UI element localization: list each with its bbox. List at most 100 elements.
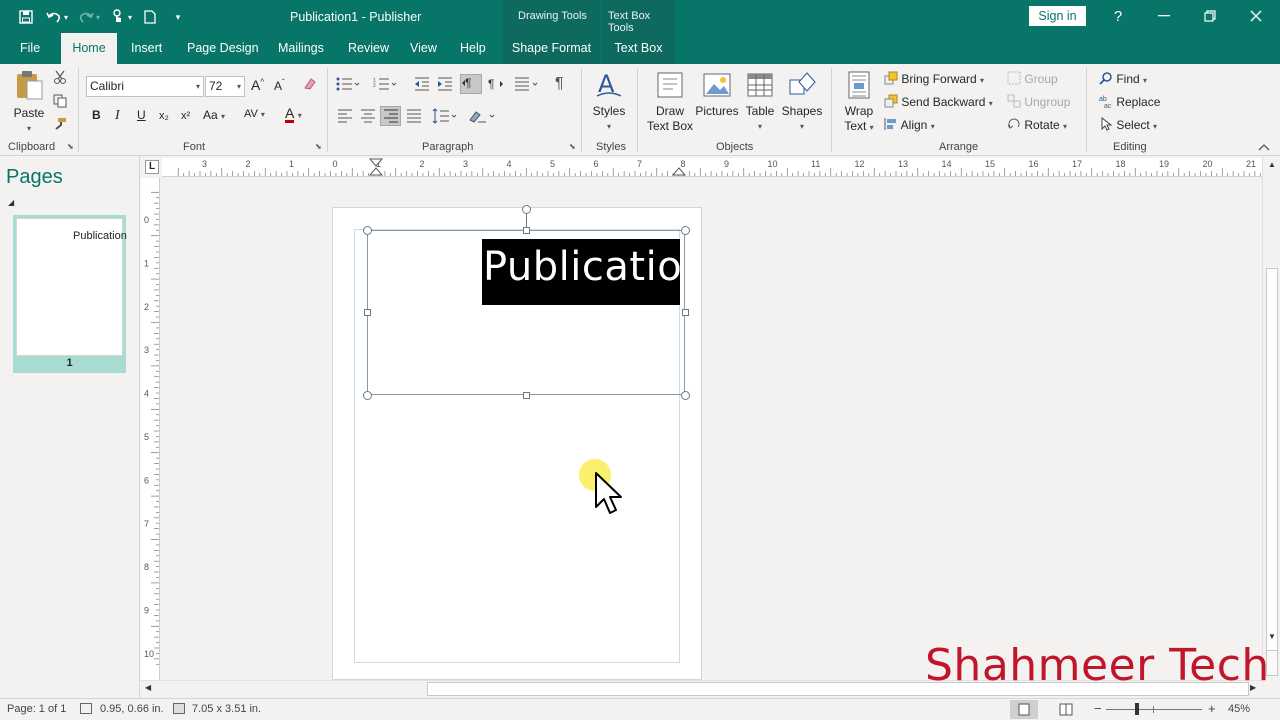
bullets-icon[interactable] xyxy=(336,77,360,94)
undo-dropdown-icon[interactable]: ▾ xyxy=(64,13,68,22)
selected-text-box[interactable] xyxy=(367,230,685,395)
ungroup-button[interactable]: Ungroup xyxy=(1007,94,1070,109)
resize-handle-top[interactable] xyxy=(523,227,530,234)
vertical-scrollbar[interactable]: ▲ ▼ xyxy=(1262,156,1280,680)
resize-handle-top-left[interactable] xyxy=(363,226,372,235)
clipboard-launcher-icon[interactable]: ⬊ xyxy=(67,142,74,151)
single-page-view-icon[interactable] xyxy=(1010,700,1038,719)
save-icon[interactable] xyxy=(14,6,38,28)
draw-text-box-button[interactable]: Draw Text Box xyxy=(645,70,695,134)
font-launcher-icon[interactable]: ⬊ xyxy=(315,142,322,151)
page-thumbnail[interactable]: Publication 1 xyxy=(13,215,127,373)
sign-in-button[interactable]: Sign in xyxy=(1029,6,1086,26)
paste-button[interactable]: Paste ▾ xyxy=(10,70,48,136)
numbering-icon[interactable]: 12 xyxy=(373,77,397,94)
font-color-button[interactable]: A ▾ xyxy=(285,106,302,123)
paragraph-launcher-icon[interactable]: ⬊ xyxy=(569,142,576,151)
justify-icon[interactable] xyxy=(406,109,422,126)
vertical-scroll-thumb[interactable] xyxy=(1266,268,1278,668)
tab-selector[interactable]: L xyxy=(145,160,159,174)
replace-button[interactable]: ab ac Replace xyxy=(1099,94,1160,110)
line-spacing-icon[interactable] xyxy=(432,108,458,127)
right-indent-marker-icon[interactable] xyxy=(671,167,687,176)
tab-review-label[interactable]: Review xyxy=(336,33,401,64)
shapes-button[interactable]: Shapes ▾ xyxy=(781,70,823,134)
new-document-icon[interactable] xyxy=(138,6,162,28)
resize-handle-right[interactable] xyxy=(682,309,689,316)
customize-qat-icon[interactable]: ▾ xyxy=(166,6,190,28)
tab-help-label[interactable]: Help xyxy=(448,33,498,64)
horizontal-ruler[interactable]: 3 2 1 0 1 2 3 4 5 6 7 8 9 10 11 12 13 14 15 16 17 18 19 20 21 xyxy=(162,158,1262,177)
styles-button[interactable]: A Styles ▾ xyxy=(588,70,630,134)
italic-button[interactable]: I xyxy=(115,108,120,124)
resize-handle-left[interactable] xyxy=(364,309,371,316)
undo-icon[interactable] xyxy=(42,6,66,28)
right-to-left-icon[interactable]: ¶ xyxy=(486,76,504,95)
collapse-pane-icon[interactable]: ◢ xyxy=(8,198,14,207)
zoom-in-button[interactable]: + xyxy=(1208,701,1216,716)
resize-handle-bottom-right[interactable] xyxy=(681,391,690,400)
tab-file-label[interactable]: File xyxy=(8,33,52,64)
font-name-select[interactable]: Calibri ▾ xyxy=(86,76,204,97)
collapse-ribbon-icon[interactable] xyxy=(1258,140,1270,154)
tab-insert-label[interactable]: Insert xyxy=(119,33,174,64)
scroll-left-icon[interactable]: ◀ xyxy=(145,683,151,692)
align-left-icon[interactable] xyxy=(337,109,353,126)
show-paragraph-marks-button[interactable]: ¶ xyxy=(555,75,564,93)
minimize-icon[interactable] xyxy=(1152,5,1176,27)
resize-handle-bottom[interactable] xyxy=(523,392,530,399)
bold-button[interactable]: B xyxy=(92,108,101,122)
table-button[interactable]: Table ▾ xyxy=(742,70,778,134)
align-button[interactable]: Align ▾ xyxy=(884,117,935,132)
tab-page-design-label[interactable]: Page Design xyxy=(175,33,271,64)
subscript-button[interactable]: x₂ xyxy=(159,110,169,122)
increase-indent-icon[interactable] xyxy=(437,77,453,94)
rotate-button[interactable]: Rotate ▾ xyxy=(1007,117,1067,132)
redo-dropdown-icon[interactable]: ▾ xyxy=(96,13,100,22)
page-indicator[interactable]: Page: 1 of 1 xyxy=(7,703,66,715)
font-size-select[interactable]: 72 ▾ xyxy=(205,76,245,97)
zoom-slider-track[interactable] xyxy=(1106,709,1202,710)
select-button[interactable]: Select ▾ xyxy=(1099,116,1157,132)
underline-button[interactable]: U xyxy=(137,108,146,122)
find-button[interactable]: Find ▾ xyxy=(1099,71,1147,86)
decrease-indent-icon[interactable] xyxy=(414,77,430,94)
redo-icon[interactable] xyxy=(74,6,98,28)
paste-dropdown-icon[interactable]: ▾ xyxy=(10,121,48,136)
scroll-up-icon[interactable]: ▲ xyxy=(1268,160,1276,169)
touch-mode-icon[interactable] xyxy=(106,6,130,28)
vertical-ruler[interactable]: 0 1 2 3 4 5 6 7 8 9 10 xyxy=(141,178,160,680)
zoom-out-button[interactable]: − xyxy=(1094,701,1102,716)
cut-icon[interactable] xyxy=(53,70,67,87)
align-right-icon[interactable] xyxy=(380,106,401,126)
clear-formatting-icon[interactable] xyxy=(302,76,318,95)
tab-mailings-label[interactable]: Mailings xyxy=(266,33,336,64)
wrap-text-button[interactable]: Wrap Text ▾ xyxy=(840,70,878,135)
group-button[interactable]: Group xyxy=(1007,71,1058,86)
help-icon[interactable]: ? xyxy=(1106,5,1130,27)
zoom-slider-thumb[interactable] xyxy=(1135,703,1140,715)
restore-icon[interactable] xyxy=(1198,5,1222,27)
tab-view-label[interactable]: View xyxy=(398,33,449,64)
character-spacing-button[interactable]: AV ▾ xyxy=(244,108,265,120)
two-page-view-icon[interactable] xyxy=(1052,700,1080,719)
shrink-font-button[interactable]: Aˇ xyxy=(274,78,285,93)
zoom-level[interactable]: 45% xyxy=(1228,703,1250,715)
line-spacing-columns-icon[interactable] xyxy=(514,77,538,94)
touch-mode-dropdown-icon[interactable]: ▾ xyxy=(128,13,132,22)
close-icon[interactable] xyxy=(1244,5,1268,27)
send-backward-button[interactable]: Send Backward ▾ xyxy=(884,94,993,109)
format-painter-icon[interactable] xyxy=(53,117,67,134)
superscript-button[interactable]: x² xyxy=(181,110,190,122)
align-center-icon[interactable] xyxy=(360,109,376,126)
grow-font-button[interactable]: A^ xyxy=(251,77,264,93)
paragraph-shading-icon[interactable] xyxy=(468,108,496,127)
bring-forward-button[interactable]: Bring Forward ▾ xyxy=(884,71,984,86)
copy-icon[interactable] xyxy=(53,94,67,111)
resize-handle-bottom-left[interactable] xyxy=(363,391,372,400)
resize-handle-top-right[interactable] xyxy=(681,226,690,235)
left-to-right-icon[interactable]: ¶ xyxy=(460,74,482,94)
pictures-button[interactable]: Pictures xyxy=(695,70,739,119)
change-case-button[interactable]: Aa ▾ xyxy=(203,108,225,122)
rotation-handle[interactable] xyxy=(522,205,531,214)
